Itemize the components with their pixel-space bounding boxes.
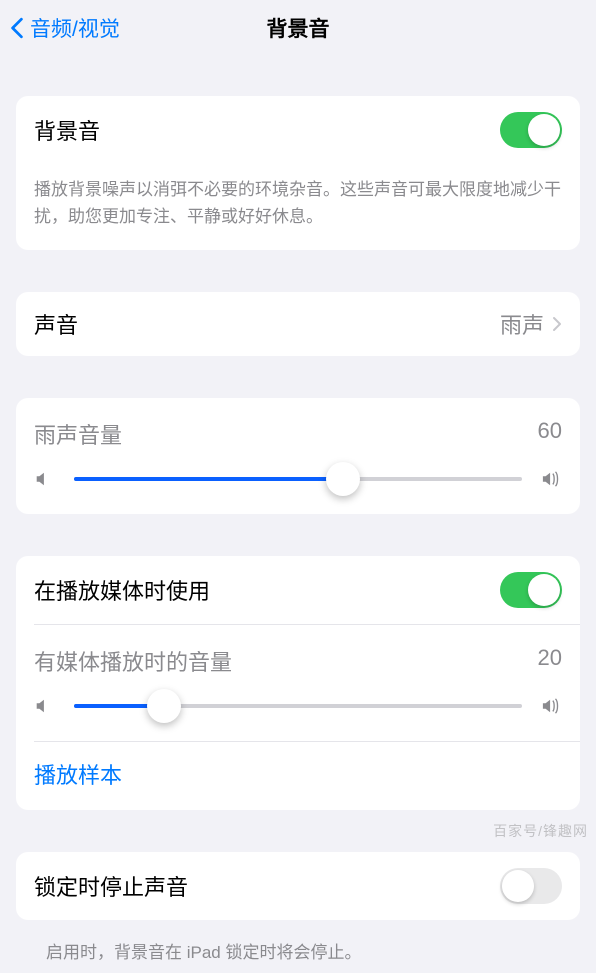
volume-high-icon — [540, 468, 562, 490]
nav-bar: 音频/视觉 背景音 — [0, 0, 596, 56]
sound-value: 雨声 — [500, 308, 544, 340]
media-volume-slider[interactable] — [74, 704, 522, 708]
back-label: 音频/视觉 — [30, 13, 120, 43]
row-sound-select[interactable]: 声音 雨声 — [16, 292, 580, 356]
media-volume-value: 20 — [538, 645, 562, 677]
chevron-right-icon — [552, 316, 562, 332]
volume-low-icon — [34, 695, 56, 717]
row-media-toggle: 在播放媒体时使用 — [16, 556, 580, 624]
bg-sound-label: 背景音 — [34, 114, 500, 146]
media-volume-title: 有媒体播放时的音量 — [34, 645, 538, 677]
group-media: 在播放媒体时使用 有媒体播放时的音量 20 播放样本 — [16, 556, 580, 810]
lock-label: 锁定时停止声音 — [34, 870, 500, 902]
rain-volume-slider[interactable] — [74, 477, 522, 481]
bg-sound-description: 播放背景噪声以消弭不必要的环境杂音。这些声音可最大限度地减少干扰，助您更加专注、… — [16, 164, 580, 250]
watermark: 百家号/锋趣网 — [493, 821, 588, 841]
group-background-sound: 背景音 播放背景噪声以消弭不必要的环境杂音。这些声音可最大限度地减少干扰，助您更… — [16, 96, 580, 250]
play-sample-link: 播放样本 — [34, 763, 122, 788]
rain-volume-title: 雨声音量 — [34, 418, 538, 450]
volume-high-icon — [540, 695, 562, 717]
row-lock-toggle: 锁定时停止声音 — [16, 852, 580, 920]
lock-switch[interactable] — [500, 868, 562, 904]
media-label: 在播放媒体时使用 — [34, 574, 500, 606]
chevron-left-icon — [10, 16, 26, 40]
media-switch[interactable] — [500, 572, 562, 608]
group-sound-select: 声音 雨声 — [16, 292, 580, 356]
lock-description: 启用时，背景音在 iPad 锁定时将会停止。 — [16, 928, 580, 973]
back-button[interactable]: 音频/视觉 — [10, 13, 120, 43]
group-rain-volume: 雨声音量 60 — [16, 398, 580, 514]
group-lock: 锁定时停止声音 — [16, 852, 580, 920]
sound-label: 声音 — [34, 308, 500, 340]
bg-sound-switch[interactable] — [500, 112, 562, 148]
row-bg-sound-toggle: 背景音 — [16, 96, 580, 164]
row-play-sample[interactable]: 播放样本 — [16, 742, 580, 810]
rain-volume-value: 60 — [538, 418, 562, 450]
volume-low-icon — [34, 468, 56, 490]
